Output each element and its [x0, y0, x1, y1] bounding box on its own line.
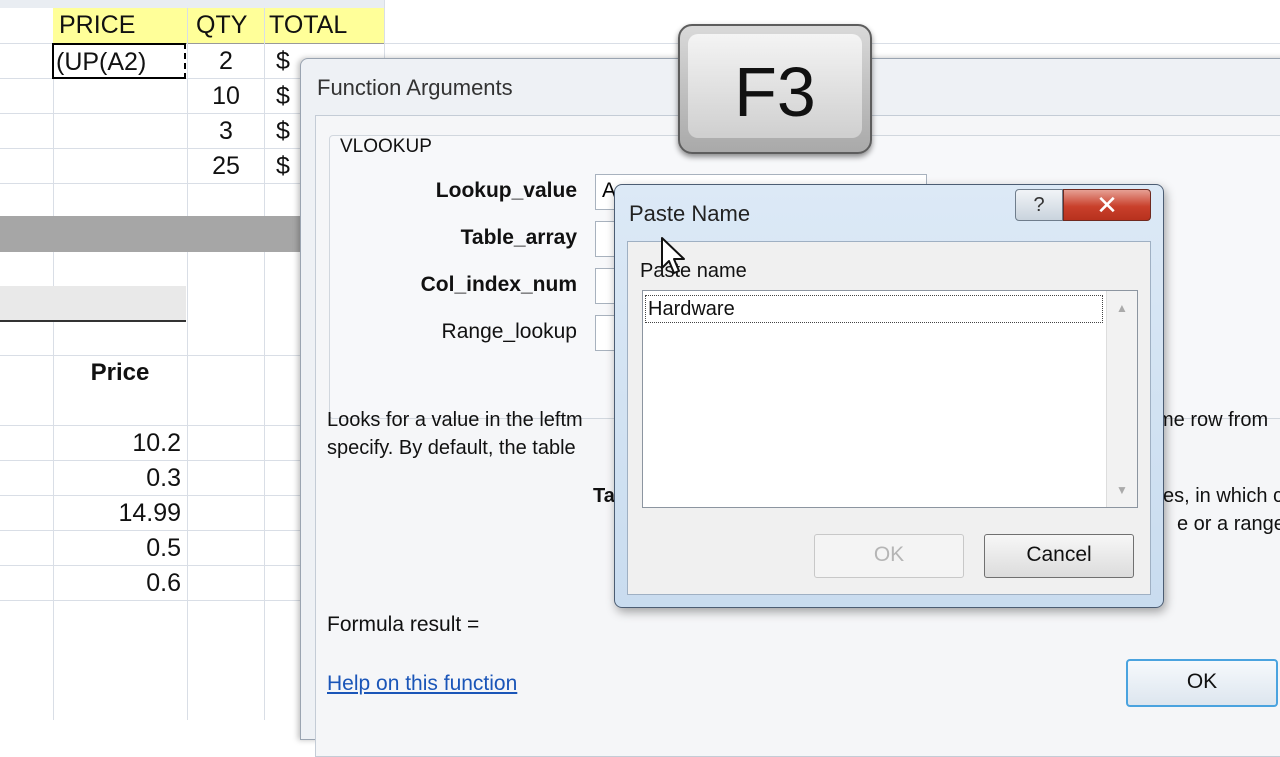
- header-price-text: PRICE: [59, 11, 136, 39]
- arg-label-col-index-num: Col_index_num: [420, 273, 577, 296]
- price-cell[interactable]: 10.2: [53, 426, 181, 460]
- header-cell-qty[interactable]: QTY: [188, 8, 264, 44]
- active-cell-formula[interactable]: (UP(A2): [52, 43, 186, 79]
- help-icon[interactable]: ?: [1015, 189, 1063, 221]
- price-cell[interactable]: 14.99: [53, 496, 181, 530]
- row-band: [0, 216, 300, 252]
- total-cell-currency[interactable]: $: [276, 44, 290, 78]
- help-label: ?: [1033, 194, 1045, 216]
- total-cell-currency[interactable]: $: [276, 79, 290, 113]
- scroll-up-icon[interactable]: ▲: [1107, 301, 1137, 315]
- total-cell-currency[interactable]: $: [276, 149, 290, 183]
- close-label: ✕: [1096, 190, 1118, 220]
- header-cell-total[interactable]: TOTAL: [265, 8, 384, 44]
- arg-label-lookup-value: Lookup_value: [435, 179, 577, 202]
- scroll-down-icon[interactable]: ▼: [1107, 483, 1137, 497]
- price-heading[interactable]: Price: [53, 356, 187, 390]
- header-cell-price[interactable]: PRICE: [53, 8, 187, 44]
- arg-detail-right-2: e or a range: [1177, 513, 1280, 535]
- qty-cell[interactable]: 2: [188, 44, 264, 78]
- paste-name-dialog: Paste Name ? ✕ Paste name Hardware ▲ ▼ O…: [614, 184, 1164, 608]
- paste-name-list-label: Paste name: [640, 260, 747, 282]
- qty-cell[interactable]: 25: [188, 149, 264, 183]
- price-cell[interactable]: 0.3: [53, 461, 181, 495]
- qty-cell[interactable]: 3: [188, 114, 264, 148]
- formula-result-label: Formula result =: [327, 613, 480, 636]
- key-label: F3: [734, 53, 816, 131]
- row-band-light: [0, 286, 186, 322]
- help-on-function-link[interactable]: Help on this function: [327, 672, 517, 696]
- total-cell-currency[interactable]: $: [276, 114, 290, 148]
- dialog-title: Function Arguments: [317, 75, 513, 100]
- listbox-scrollbar[interactable]: ▲ ▼: [1106, 291, 1137, 507]
- arg-label-table-array: Table_array: [460, 226, 577, 249]
- arg-detail-right: es, in which c: [1163, 485, 1280, 507]
- arg-detail-label: Ta: [593, 485, 615, 507]
- active-cell-text: (UP(A2): [56, 48, 147, 76]
- function-name: VLOOKUP: [340, 136, 432, 157]
- paste-name-listbox[interactable]: Hardware ▲ ▼: [642, 290, 1138, 508]
- close-icon[interactable]: ✕: [1063, 189, 1151, 221]
- price-cell[interactable]: 0.6: [53, 566, 181, 600]
- list-item[interactable]: Hardware: [645, 295, 1103, 323]
- function-description-right: me row from: [1157, 409, 1269, 431]
- qty-cell[interactable]: 10: [188, 79, 264, 113]
- paste-name-ok-button[interactable]: OK: [814, 534, 964, 578]
- price-cell[interactable]: 0.5: [53, 531, 181, 565]
- paste-name-cancel-button[interactable]: Cancel: [984, 534, 1134, 578]
- paste-name-body: Paste name Hardware ▲ ▼ OK Cancel: [627, 241, 1151, 595]
- header-total-text: TOTAL: [269, 11, 348, 39]
- header-qty-text: QTY: [196, 11, 248, 39]
- paste-name-title: Paste Name: [629, 201, 751, 226]
- key-face: F3: [688, 34, 862, 138]
- f3-key-overlay: F3: [678, 24, 872, 154]
- function-description: Looks for a value in the leftm: [327, 409, 583, 431]
- ok-button[interactable]: OK: [1126, 659, 1278, 707]
- arg-label-range-lookup: Range_lookup: [441, 320, 577, 343]
- function-description-2: specify. By default, the table: [327, 437, 576, 459]
